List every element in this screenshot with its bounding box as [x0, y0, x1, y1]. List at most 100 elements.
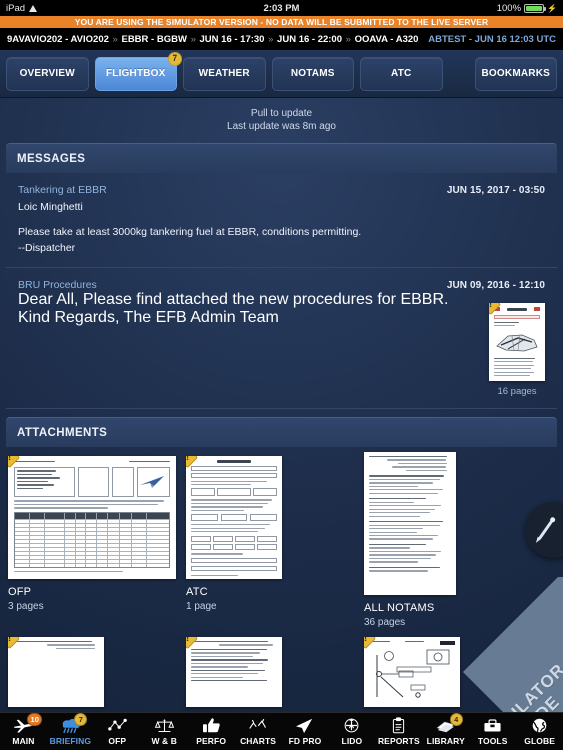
- attachment-thumbnail[interactable]: [8, 456, 176, 579]
- attachment-item-atc[interactable]: ATC 1 page: [186, 456, 354, 628]
- flight-segment-4: OOAVA - A320: [354, 34, 419, 45]
- tab-overview[interactable]: OVERVIEW: [6, 56, 89, 91]
- toolbar-item-perfo[interactable]: PERFO: [188, 713, 235, 750]
- flight-route-summary[interactable]: 9AVAVIO202 - AVIO202 » EBBR - BGBW » JUN…: [7, 34, 418, 45]
- attachment-page-count: 3 pages: [8, 601, 44, 612]
- tab-label: FLIGHTBOX: [105, 68, 166, 79]
- thumbnail-preview: [186, 637, 282, 707]
- paper-plane-icon: [294, 716, 315, 735]
- attachment-thumbnail[interactable]: [364, 637, 460, 707]
- tab-flightbox[interactable]: FLIGHTBOX 7: [94, 51, 182, 91]
- tab-bookmarks[interactable]: BOOKMARKS: [474, 56, 557, 91]
- attachment-thumbnail[interactable]: [8, 637, 104, 707]
- airline-logo-icon: [140, 476, 165, 489]
- message-date: JUN 09, 2016 - 12:10: [446, 280, 545, 291]
- attachment-name: ATC: [186, 586, 208, 598]
- toolbar-item-fd-pro[interactable]: FD PRO: [282, 713, 329, 750]
- app-root: iPad 2:03 PM 100% ⚡ YOU ARE USING THE SI…: [0, 0, 563, 750]
- attachment-thumbnail[interactable]: [364, 452, 456, 595]
- attachment-page-count: 1 page: [186, 601, 217, 612]
- device-label: iPad: [6, 2, 26, 14]
- segment-separator: »: [268, 34, 274, 45]
- toolbar-item-label: W & B: [151, 736, 177, 746]
- attachment-item[interactable]: [186, 637, 354, 707]
- attachment-thumbnail-wrap[interactable]: [186, 456, 354, 579]
- attachment-thumbnail[interactable]: [186, 637, 282, 707]
- globe-icon: [529, 716, 550, 735]
- attachment-item[interactable]: [364, 637, 532, 707]
- attachment-name: OFP: [8, 586, 32, 598]
- toolbar-item-label: BRIEFING: [49, 736, 92, 746]
- message-body: Dear All, Please find attached the new p…: [18, 291, 449, 326]
- flight-segment-3: JUN 16 - 22:00: [277, 34, 342, 45]
- attachment-thumbnail-wrap[interactable]: [364, 452, 532, 595]
- pull-to-refresh: Pull to update Last update was 8m ago: [0, 98, 563, 143]
- route-icon: [107, 716, 128, 735]
- toolbar-item-tools[interactable]: TOOLS: [469, 713, 516, 750]
- toolbar-item-briefing[interactable]: BRIEFING 7: [47, 713, 94, 750]
- tab-label: BOOKMARKS: [481, 68, 550, 79]
- tab-atc[interactable]: ATC: [360, 56, 443, 91]
- flight-segment-0: 9AVAVIO202 - AVIO202: [7, 34, 109, 45]
- messages-section-header: MESSAGES: [6, 143, 557, 173]
- bottom-toolbar: MAIN 10 BRIEFING 7 OFP W & B PERFO CHARTS FD PRO…: [0, 712, 563, 750]
- toolbar-item-globe[interactable]: GLOBE: [516, 713, 563, 750]
- segment-separator: »: [112, 34, 118, 45]
- briefing-scroll-area[interactable]: Pull to update Last update was 8m ago ME…: [0, 98, 563, 712]
- attachment-page-count: 16 pages: [497, 386, 537, 397]
- thumbs-up-icon: [201, 716, 222, 735]
- toolbar-item-label: REPORTS: [377, 736, 420, 746]
- battery-icon: [524, 3, 547, 13]
- toolbar-item-ofp[interactable]: OFP: [94, 713, 141, 750]
- message-header: Tankering at EBBR JUN 15, 2017 - 03:50: [18, 184, 545, 196]
- toolbar-item-label: OFP: [108, 736, 127, 746]
- approach-chart-icon: [376, 649, 450, 698]
- message-title: BRU Procedures: [18, 279, 97, 291]
- lightning-bolt-icon: ⚡: [547, 3, 557, 13]
- flight-segment-2: JUN 16 - 17:30: [199, 34, 265, 45]
- flight-segment-1: EBBR - BGBW: [121, 34, 187, 45]
- toolbar-badge-briefing: 7: [74, 713, 88, 726]
- toolbar-item-main[interactable]: MAIN 10: [0, 713, 47, 750]
- thumbnail-preview: [364, 452, 456, 595]
- message-title: Tankering at EBBR: [18, 184, 107, 196]
- toolbar-item-label: LIDO: [341, 736, 363, 746]
- toolbar-item-label: TOOLS: [477, 736, 508, 746]
- attachment-page-count: 36 pages: [364, 617, 406, 628]
- toolbar-item-label: PERFO: [196, 736, 227, 746]
- pull-to-refresh-subtitle: Last update was 8m ago: [227, 121, 336, 132]
- tab-weather[interactable]: WEATHER: [183, 56, 266, 91]
- thumbnail-preview: [186, 456, 282, 579]
- attachments-section-header: ATTACHMENTS: [6, 417, 557, 447]
- attachment-thumbnail-wrap[interactable]: [8, 456, 176, 579]
- thumbnail-preview: [8, 456, 176, 579]
- message-attachment[interactable]: 16 pages: [489, 303, 545, 397]
- scales-icon: [154, 716, 175, 735]
- message-date: JUN 15, 2017 - 03:50: [446, 185, 545, 196]
- status-bar-left: iPad: [6, 3, 38, 14]
- message-row[interactable]: Tankering at EBBR JUN 15, 2017 - 03:50 L…: [6, 173, 557, 268]
- toolbar-item-label: LIBRARY: [426, 736, 465, 746]
- tab-label: OVERVIEW: [19, 68, 75, 79]
- user-timestamp[interactable]: ABTEST - JUN 16 12:03 UTC: [428, 34, 556, 45]
- toolbar-item-library[interactable]: LIBRARY 4: [422, 713, 469, 750]
- tab-notams[interactable]: NOTAMS: [271, 56, 354, 91]
- tab-badge-flightbox: 7: [168, 51, 182, 66]
- toolbar-item-label: CHARTS: [240, 736, 277, 746]
- simulator-warning-banner: YOU ARE USING THE SIMULATOR VERSION - NO…: [0, 16, 563, 29]
- attachment-item-all-notams[interactable]: ALL NOTAMS 36 pages: [364, 452, 532, 628]
- toolbar-item-label: GLOBE: [524, 736, 555, 746]
- attachment-item-ofp[interactable]: OFP 3 pages: [8, 456, 176, 628]
- mountain-icon: [248, 716, 269, 735]
- message-row[interactable]: BRU Procedures JUN 09, 2016 - 12:10 Dear…: [6, 268, 557, 409]
- flight-info-bar: 9AVAVIO202 - AVIO202 » EBBR - BGBW » JUN…: [0, 29, 563, 50]
- toolbar-item-reports[interactable]: REPORTS: [375, 713, 422, 750]
- attachment-thumbnail[interactable]: [186, 456, 282, 579]
- segment-separator: »: [190, 34, 196, 45]
- toolbar-item-lido[interactable]: LIDO: [328, 713, 375, 750]
- attachment-thumbnail[interactable]: [489, 303, 545, 381]
- attachment-item[interactable]: [8, 637, 176, 707]
- pencil-icon: [537, 520, 553, 540]
- toolbar-item-w-b[interactable]: W & B: [141, 713, 188, 750]
- toolbar-item-charts[interactable]: CHARTS: [235, 713, 282, 750]
